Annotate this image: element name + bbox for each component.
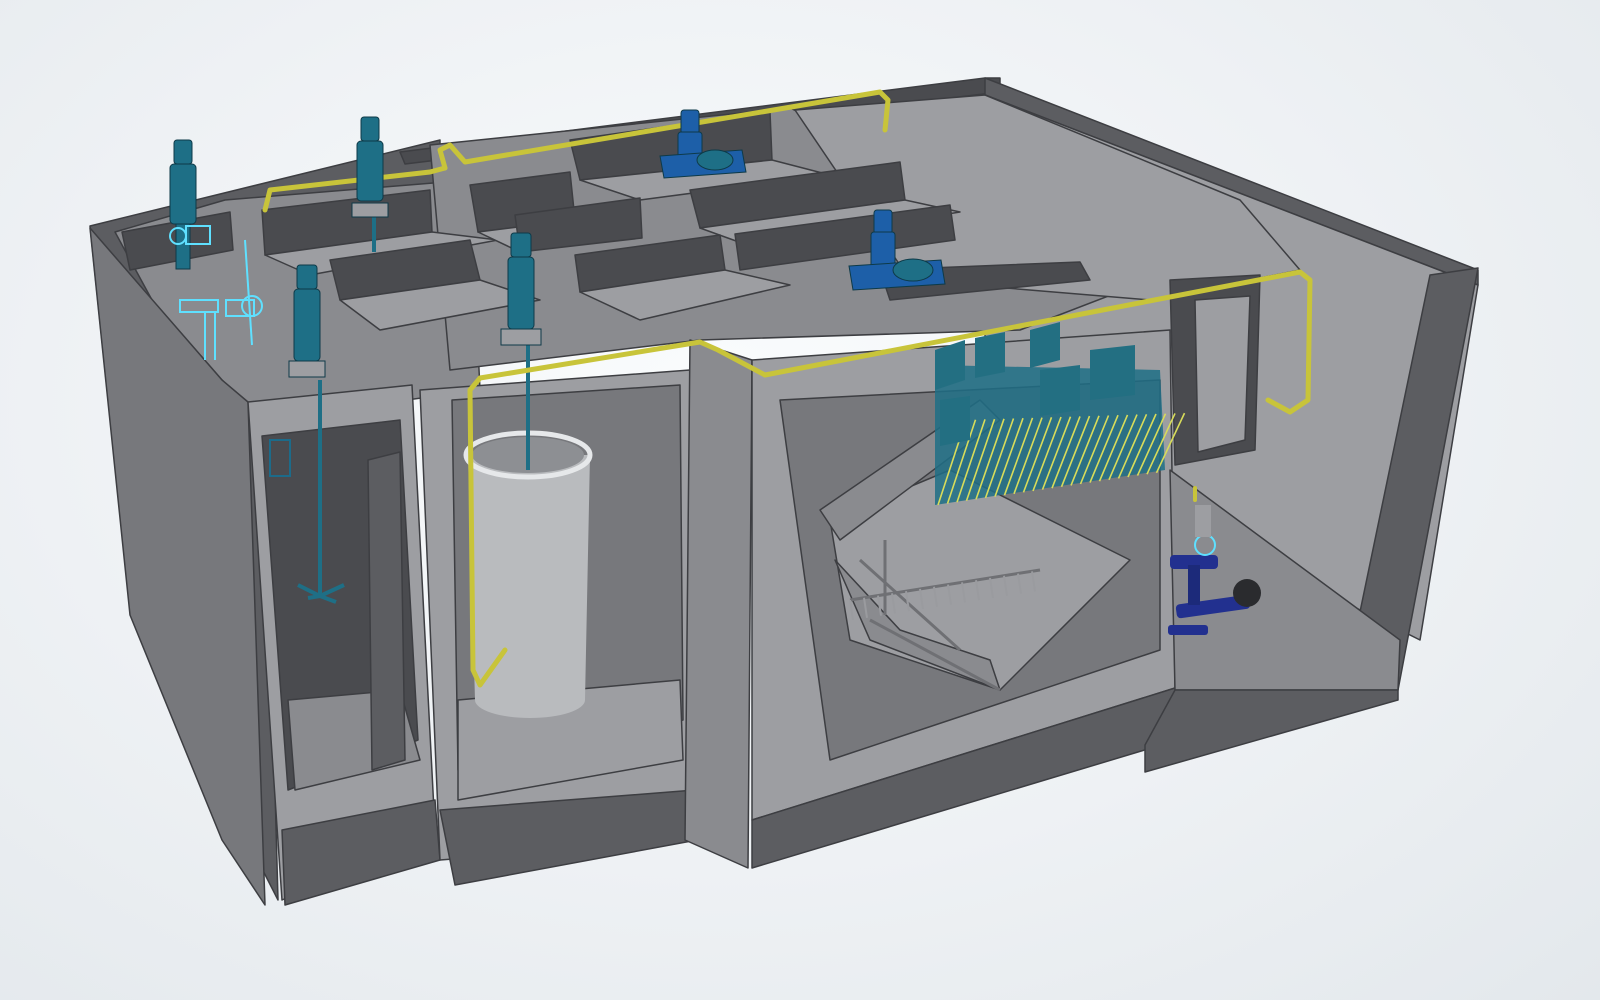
treatment-plant-model[interactable]: [0, 0, 1600, 1000]
compartment-j-face: [1194, 295, 1251, 453]
chamber-left-partition: [367, 451, 406, 771]
pump-room-base: [1144, 689, 1399, 773]
3d-viewport[interactable]: [0, 0, 1600, 1000]
front-pillar-third: [684, 339, 753, 869]
